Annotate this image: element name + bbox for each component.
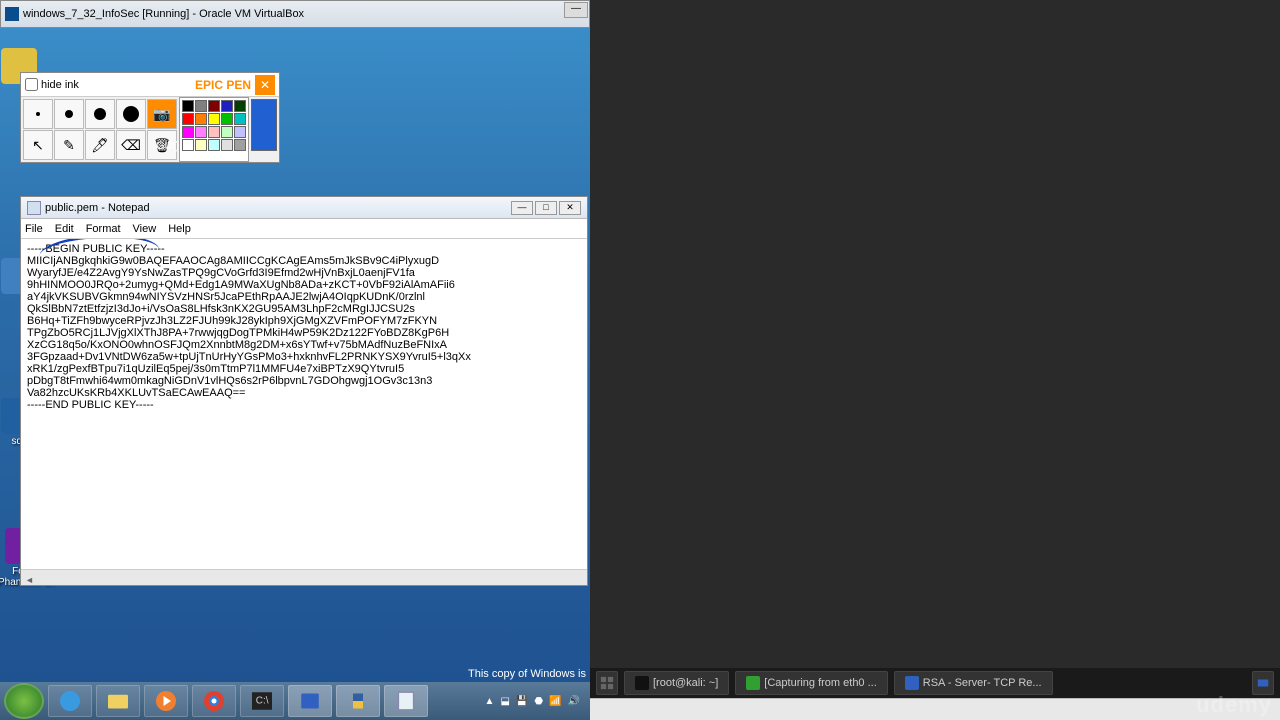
menu-format[interactable]: Format: [86, 223, 121, 235]
color-swatch[interactable]: [182, 113, 194, 125]
menu-edit[interactable]: Edit: [55, 223, 74, 235]
color-swatch[interactable]: [182, 100, 194, 112]
vbox-titlebar-win7: windows_7_32_InfoSec [Running] - Oracle …: [0, 0, 590, 28]
eraser-tool[interactable]: ⌫: [116, 130, 146, 160]
cursor-tool[interactable]: ↖: [23, 130, 53, 160]
menu-help[interactable]: Help: [168, 223, 191, 235]
notepad-icon: [27, 201, 41, 215]
windows-genuine-text: This copy of Windows is: [468, 668, 586, 680]
current-color[interactable]: [251, 99, 277, 151]
color-swatch[interactable]: [234, 126, 246, 138]
color-swatch[interactable]: [208, 139, 220, 151]
close-button[interactable]: ✕: [255, 75, 275, 95]
brush-size-s[interactable]: [23, 99, 53, 129]
epic-pen-logo: EPIC PEN: [195, 78, 251, 92]
taskbar-cmd[interactable]: C:\: [240, 685, 284, 717]
color-swatch[interactable]: [195, 139, 207, 151]
win7-taskbar: C:\ ▲ ⬓ 💾 ⬣ 📶 🔊: [0, 682, 590, 720]
color-swatch[interactable]: [221, 139, 233, 151]
gnome-bottom-panel: [root@kali: ~] [Capturing from eth0 ... …: [590, 668, 1280, 698]
brush-size-xl[interactable]: [116, 99, 146, 129]
taskbar-python[interactable]: [336, 685, 380, 717]
menu-file[interactable]: File: [25, 223, 43, 235]
tray-volume-icon[interactable]: 🔊: [568, 696, 580, 707]
taskbar-wmp[interactable]: [144, 685, 188, 717]
pen-tool[interactable]: ✎: [54, 130, 84, 160]
notepad-textarea[interactable]: -----BEGIN PUBLIC KEY----- MIICIjANBgkqh…: [21, 239, 587, 569]
screenshot-tool[interactable]: 📷: [147, 99, 177, 129]
color-swatch[interactable]: [208, 113, 220, 125]
tray-network-icon[interactable]: 📶: [549, 696, 561, 707]
taskbar-ie[interactable]: [48, 685, 92, 717]
taskbar-vbox[interactable]: [288, 685, 332, 717]
notepad-window: public.pem - Notepad — □ ✕ File Edit For…: [20, 196, 588, 586]
minimize-button[interactable]: —: [564, 2, 588, 18]
gui-label: GUI): [156, 140, 179, 152]
hide-ink-checkbox[interactable]: hide ink: [25, 78, 79, 91]
color-swatch[interactable]: [195, 126, 207, 138]
taskbar-chrome[interactable]: [192, 685, 236, 717]
tray-usb-icon[interactable]: ⬓: [500, 696, 509, 707]
color-palette: [179, 97, 249, 162]
notepad-menubar: File Edit Format View Help: [21, 219, 587, 239]
panel-editor[interactable]: RSA - Server- TCP Re...: [894, 671, 1053, 695]
brush-size-m[interactable]: [54, 99, 84, 129]
color-swatch[interactable]: [195, 113, 207, 125]
virtualbox-icon: [5, 7, 19, 21]
watermark: udemy: [1196, 692, 1272, 718]
color-swatch[interactable]: [234, 139, 246, 151]
notepad-titlebar[interactable]: public.pem - Notepad — □ ✕: [21, 197, 587, 219]
color-swatch[interactable]: [221, 126, 233, 138]
epic-pen-toolbar: hide ink EPIC PEN ✕ 📷 ↖ ✎ 🖊 ⌫ 🗑: [20, 72, 280, 163]
color-swatch[interactable]: [208, 126, 220, 138]
system-tray: ▲ ⬓ 💾 ⬣ 📶 🔊: [485, 696, 586, 707]
tray-disk-icon[interactable]: 💾: [516, 696, 528, 707]
show-desktop-button[interactable]: [596, 671, 618, 695]
taskbar-notepad[interactable]: [384, 685, 428, 717]
panel-terminal[interactable]: [root@kali: ~]: [624, 671, 729, 695]
start-button[interactable]: [4, 683, 44, 719]
color-swatch[interactable]: [182, 126, 194, 138]
color-swatch[interactable]: [234, 113, 246, 125]
menu-view[interactable]: View: [133, 223, 157, 235]
tray-shield-icon[interactable]: ⬣: [534, 696, 543, 707]
minimize-button[interactable]: —: [511, 201, 533, 215]
highlighter-tool[interactable]: 🖊: [85, 130, 115, 160]
svg-text:C:\: C:\: [256, 696, 269, 707]
color-swatch[interactable]: [195, 100, 207, 112]
color-swatch[interactable]: [221, 100, 233, 112]
color-swatch[interactable]: [234, 100, 246, 112]
close-button[interactable]: ✕: [559, 201, 581, 215]
panel-wireshark[interactable]: [Capturing from eth0 ...: [735, 671, 888, 695]
scrollbar-horizontal[interactable]: ◄: [21, 569, 587, 585]
win7-desktop[interactable]: sqli Foxit PhantomPDF hide ink EPIC PEN …: [0, 28, 590, 682]
color-swatch[interactable]: [208, 100, 220, 112]
notepad-title: public.pem - Notepad: [45, 202, 150, 214]
vbox-title: windows_7_32_InfoSec [Running] - Oracle …: [23, 8, 304, 20]
color-swatch[interactable]: [221, 113, 233, 125]
brush-size-l[interactable]: [85, 99, 115, 129]
taskbar-explorer[interactable]: [96, 685, 140, 717]
maximize-button[interactable]: □: [535, 201, 557, 215]
tray-arrow-icon[interactable]: ▲: [485, 696, 495, 707]
vbox-statusbar: [590, 698, 1280, 720]
color-swatch[interactable]: [182, 139, 194, 151]
